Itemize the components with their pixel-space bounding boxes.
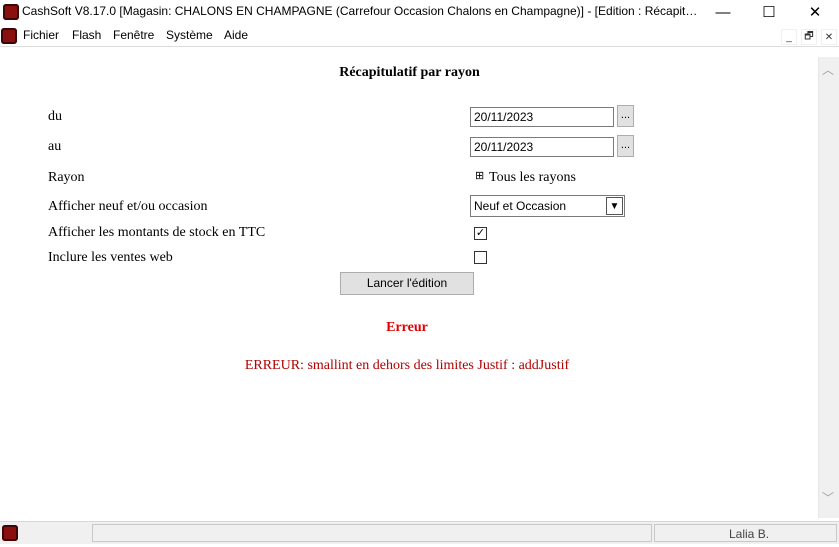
- rayon-label: Rayon: [48, 170, 85, 185]
- chevron-down-icon[interactable]: ▼: [606, 197, 623, 215]
- neuf-occasion-value: Neuf et Occasion: [474, 199, 567, 213]
- mdi-close-button[interactable]: ✕: [821, 29, 837, 45]
- scroll-up-icon[interactable]: ︿: [822, 61, 834, 78]
- status-app-icon: [2, 525, 18, 541]
- scroll-down-icon[interactable]: ﹀: [822, 489, 834, 506]
- status-cell-main: [92, 524, 652, 542]
- neuf-occasion-select[interactable]: Neuf et Occasion ▼: [470, 195, 625, 217]
- error-title: Erreur: [386, 320, 428, 335]
- launch-edition-button[interactable]: Lancer l'édition: [340, 272, 474, 295]
- app-logo-icon: [3, 4, 19, 20]
- menu-flash[interactable]: Flash: [72, 28, 101, 42]
- menu-fichier[interactable]: Fichier: [23, 28, 59, 42]
- ttc-label: Afficher les montants de stock en TTC: [48, 225, 266, 240]
- date-to-field[interactable]: 20/11/2023: [470, 137, 614, 157]
- menu-fenetre[interactable]: Fenêtre: [113, 28, 154, 42]
- close-button[interactable]: ✕: [792, 0, 838, 24]
- menu-systeme[interactable]: Système: [166, 28, 213, 42]
- date-from-field[interactable]: 20/11/2023: [470, 107, 614, 127]
- mdi-minimize-button[interactable]: _: [781, 29, 797, 45]
- menu-aide[interactable]: Aide: [224, 28, 248, 42]
- mdi-restore-button[interactable]: 🗗: [801, 29, 817, 45]
- maximize-button[interactable]: ☐: [746, 0, 792, 24]
- menu-bar: Fichier Flash Fenêtre Système Aide: [0, 26, 839, 47]
- error-message: ERREUR: smallint en dehors des limites J…: [244, 358, 570, 373]
- rayon-value[interactable]: Tous les rayons: [489, 170, 576, 186]
- status-cell-user: Lalia B.: [654, 524, 837, 542]
- window-title: CashSoft V8.17.0 [Magasin: CHALONS EN CH…: [22, 4, 702, 18]
- rayon-expand-icon[interactable]: ⊞: [475, 169, 484, 182]
- neuf-occasion-label: Afficher neuf et/ou occasion: [48, 199, 208, 214]
- minimize-button[interactable]: —: [700, 0, 746, 24]
- date-to-picker-button[interactable]: ...: [617, 135, 634, 157]
- child-window-icon[interactable]: [1, 28, 17, 44]
- vertical-scrollbar[interactable]: ︿ ﹀: [818, 57, 839, 518]
- status-user: Lalia B.: [729, 527, 770, 541]
- date-from-picker-button[interactable]: ...: [617, 105, 634, 127]
- title-bar: CashSoft V8.17.0 [Magasin: CHALONS EN CH…: [0, 0, 839, 24]
- au-label: au: [48, 139, 62, 154]
- page-title: Récapitulatif par rayon: [339, 65, 480, 80]
- web-sales-checkbox[interactable]: [474, 251, 487, 264]
- status-bar: Lalia B.: [0, 521, 839, 544]
- web-label: Inclure les ventes web: [48, 250, 173, 265]
- du-label: du: [48, 109, 62, 124]
- ttc-checkbox[interactable]: ✓: [474, 227, 487, 240]
